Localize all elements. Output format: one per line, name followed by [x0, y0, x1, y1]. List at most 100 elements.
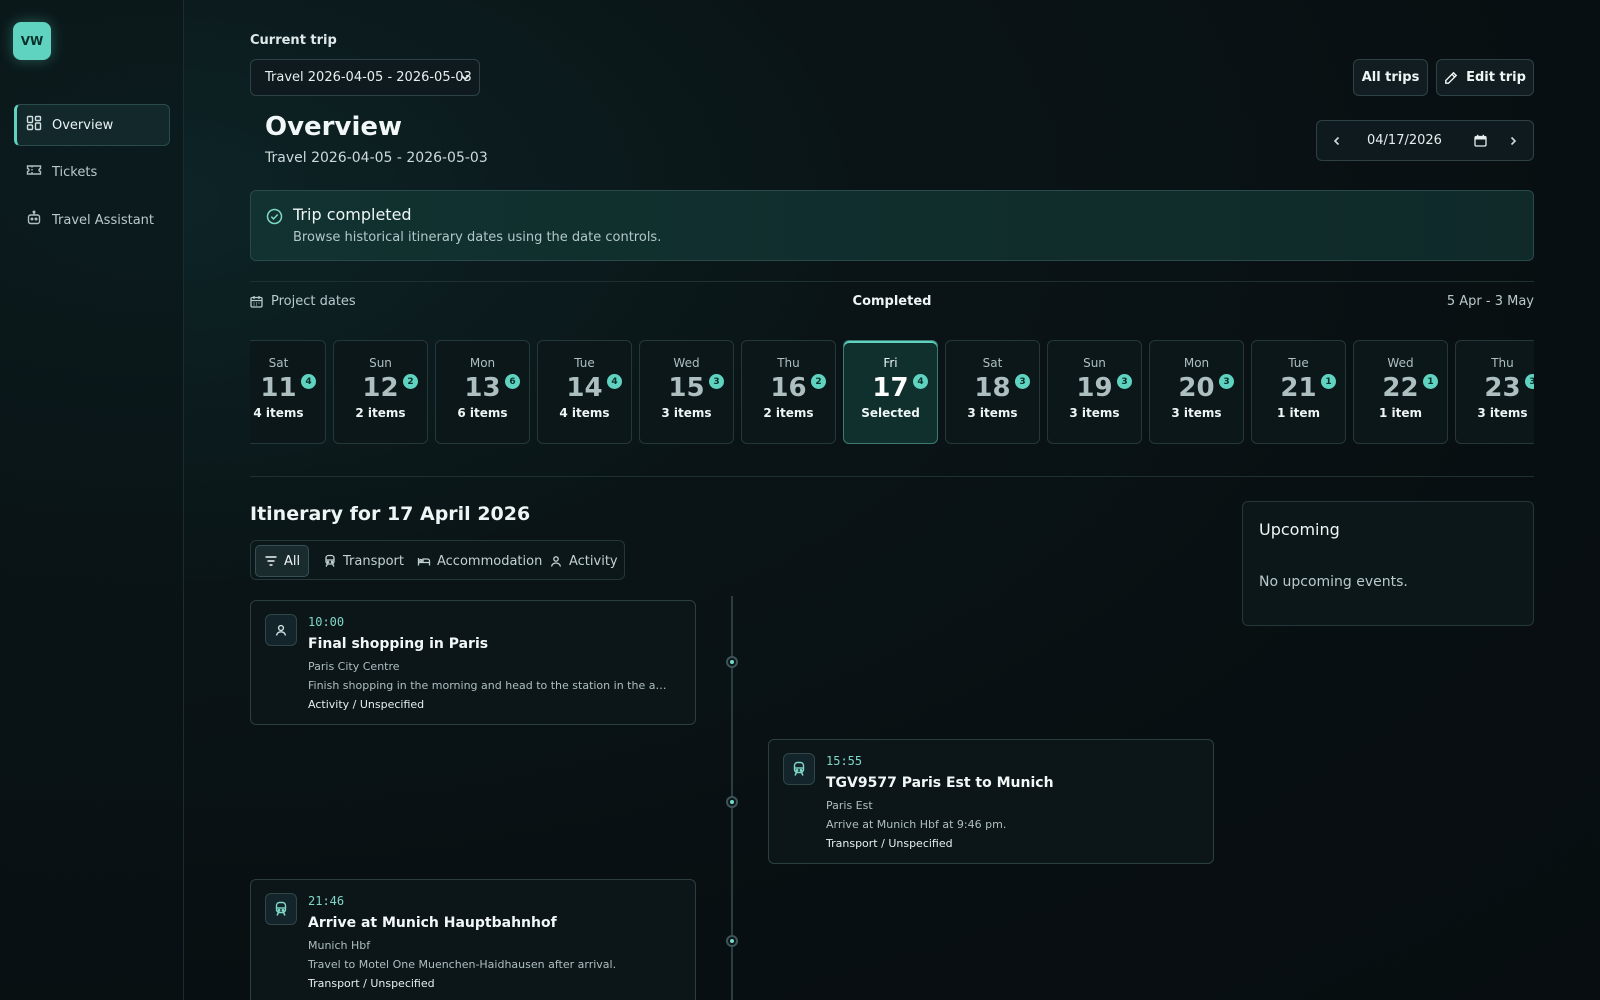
itinerary-event[interactable]: 21:46 Arrive at Munich Hauptbahnhof Muni… [250, 879, 696, 1000]
day-count-badge: 3 [1117, 374, 1132, 389]
filter-icon [265, 556, 277, 566]
day-items: 3 items [1171, 406, 1222, 420]
prev-date-button[interactable] [1317, 135, 1357, 147]
avatar[interactable]: VW [13, 22, 51, 60]
calendar-icon [250, 296, 263, 308]
event-title: TGV9577 Paris Est to Munich [826, 775, 1054, 791]
day-weekday: Thu [1491, 356, 1514, 370]
day-items: 4 items [253, 406, 304, 420]
project-dates-label: Project dates [250, 294, 356, 309]
divider [250, 281, 1534, 282]
filter-activity[interactable]: Activity [541, 545, 626, 577]
train-icon [325, 554, 335, 567]
pencil-icon [1445, 71, 1458, 84]
day-items: 3 items [967, 406, 1018, 420]
trip-select[interactable]: Travel 2026-04-05 - 2026-05-03 [250, 59, 480, 96]
check-circle-icon [266, 208, 283, 225]
day-count-badge: 4 [607, 374, 622, 389]
event-title: Arrive at Munich Hauptbahnhof [308, 915, 557, 931]
current-trip-label: Current trip [250, 33, 337, 48]
day-strip[interactable]: Sat 11 4 4 items Sun 12 2 2 items Mon 13 6 6 items T… [250, 340, 1534, 444]
sidebar-item-label: Tickets [52, 164, 98, 180]
day-weekday: Sat [982, 356, 1003, 370]
day-items: Selected [861, 406, 920, 420]
day-card[interactable]: Sat 11 4 4 items [250, 340, 326, 444]
timeline-dot [726, 935, 738, 947]
day-count-badge: 3 [1015, 374, 1030, 389]
all-trips-button[interactable]: All trips [1353, 59, 1428, 96]
event-title: Final shopping in Paris [308, 636, 489, 652]
day-count-badge: 1 [1321, 374, 1336, 389]
filter-all[interactable]: All [255, 545, 310, 577]
calendar-icon[interactable] [1474, 134, 1487, 147]
project-range: 5 Apr - 3 May [1446, 294, 1534, 309]
sidebar-item-tickets[interactable]: Tickets [14, 151, 170, 193]
itinerary-title: Itinerary for 17 April 2026 [250, 503, 531, 525]
itinerary-event[interactable]: 10:00 Final shopping in Paris Paris City… [250, 600, 696, 725]
trip-select-value: Travel 2026-04-05 - 2026-05-03 [265, 70, 472, 85]
day-card[interactable]: Wed 22 1 1 item [1353, 340, 1448, 444]
sidebar-item-travel-assistant[interactable]: Travel Assistant [14, 199, 170, 241]
filter-accommodation[interactable]: Accommodation [409, 545, 550, 577]
train-icon [265, 893, 297, 925]
event-category: Transport / Unspecified [826, 837, 953, 850]
filter-transport[interactable]: Transport [315, 545, 412, 577]
project-dates-text: Project dates [271, 294, 356, 309]
filter-label: Accommodation [437, 553, 543, 569]
banner-description: Browse historical itinerary dates using … [293, 230, 662, 245]
day-card[interactable]: Mon 13 6 6 items [435, 340, 530, 444]
day-weekday: Sun [369, 356, 392, 370]
next-date-button[interactable] [1493, 135, 1533, 147]
date-control: 04/17/2026 [1316, 120, 1534, 161]
event-location: Paris City Centre [308, 660, 400, 673]
day-card[interactable]: Thu 23 3 3 items [1455, 340, 1534, 444]
sidebar-item-overview[interactable]: Overview [14, 104, 170, 146]
day-items: 1 item [1276, 406, 1321, 420]
upcoming-title: Upcoming [1259, 520, 1340, 539]
day-card[interactable]: Sat 18 3 3 items [945, 340, 1040, 444]
page-subtitle: Travel 2026-04-05 - 2026-05-03 [265, 150, 488, 166]
event-category: Activity / Unspecified [308, 698, 425, 711]
filter-label: Transport [343, 553, 405, 569]
sidebar-item-label: Travel Assistant [52, 212, 155, 228]
banner-title: Trip completed [293, 205, 412, 224]
edit-trip-label: Edit trip [1466, 70, 1526, 85]
sidebar: VW Overview Tickets Travel Assistant [0, 0, 184, 1000]
date-input[interactable]: 04/17/2026 [1357, 133, 1493, 148]
all-trips-label: All trips [1361, 70, 1420, 85]
day-card[interactable]: Tue 21 1 1 item [1251, 340, 1346, 444]
edit-trip-button[interactable]: Edit trip [1436, 59, 1534, 96]
train-icon [783, 753, 815, 785]
date-input-value: 04/17/2026 [1367, 133, 1442, 148]
day-card[interactable]: Wed 15 3 3 items [639, 340, 734, 444]
event-time: 15:55 [826, 754, 863, 768]
day-items: 3 items [661, 406, 712, 420]
timeline-dot [726, 796, 738, 808]
day-count-badge: 2 [403, 374, 418, 389]
day-count-badge: 3 [1525, 374, 1534, 389]
upcoming-empty: No upcoming events. [1259, 574, 1408, 590]
day-card[interactable]: Fri 17 4 Selected [843, 340, 938, 444]
day-weekday: Mon [469, 356, 496, 370]
itinerary-event[interactable]: 15:55 TGV9577 Paris Est to Munich Paris … [768, 739, 1214, 864]
upcoming-panel: Upcoming No upcoming events. [1242, 501, 1534, 626]
event-location: Munich Hbf [308, 939, 371, 952]
sidebar-item-label: Overview [52, 117, 114, 133]
bed-icon [417, 558, 431, 566]
chevron-down-icon [460, 74, 470, 81]
day-card[interactable]: Tue 14 4 4 items [537, 340, 632, 444]
day-items: 2 items [355, 406, 406, 420]
filter-label: All [284, 553, 301, 569]
day-weekday: Sun [1083, 356, 1106, 370]
event-description: Finish shopping in the morning and head … [308, 679, 668, 692]
main-content: Current trip Travel 2026-04-05 - 2026-05… [250, 0, 1534, 1000]
trip-completed-banner: Trip completed Browse historical itinera… [250, 190, 1534, 261]
day-weekday: Tue [1288, 356, 1309, 370]
day-card[interactable]: Thu 16 2 2 items [741, 340, 836, 444]
robot-icon [26, 210, 42, 230]
day-card[interactable]: Sun 19 3 3 items [1047, 340, 1142, 444]
day-count-badge: 4 [913, 374, 928, 389]
day-card[interactable]: Sun 12 2 2 items [333, 340, 428, 444]
event-description: Travel to Motel One Muenchen-Haidhausen … [308, 958, 617, 971]
day-card[interactable]: Mon 20 3 3 items [1149, 340, 1244, 444]
